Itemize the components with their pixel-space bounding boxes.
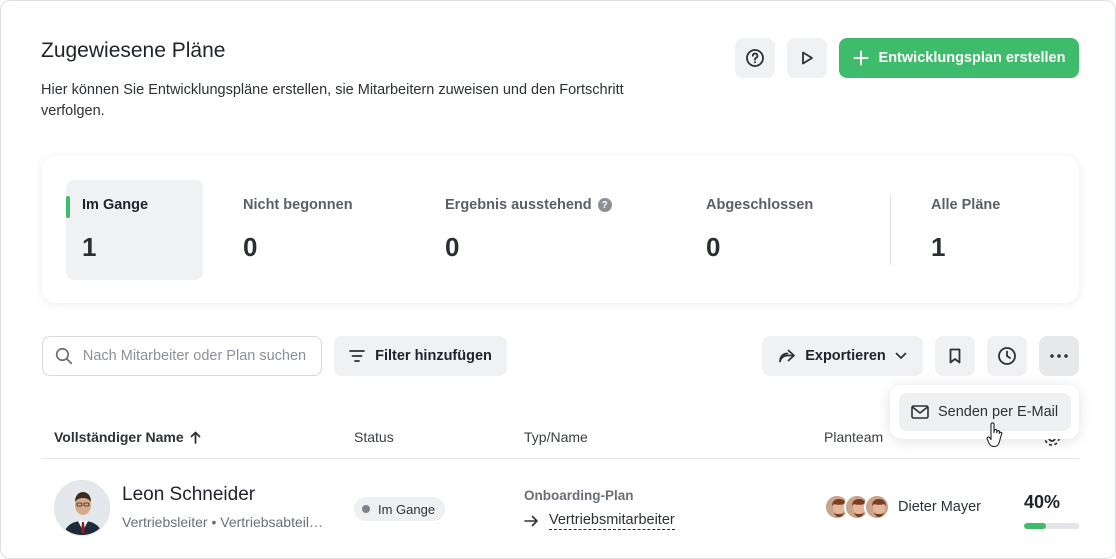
search-box bbox=[42, 336, 322, 376]
more-options-button[interactable] bbox=[1039, 336, 1079, 376]
stat-completed[interactable]: Abgeschlossen 0 bbox=[706, 180, 866, 280]
employee-name[interactable]: Leon Schneider bbox=[122, 484, 255, 506]
avatar bbox=[54, 480, 110, 536]
menu-item-label: Senden per E-Mail bbox=[938, 404, 1059, 420]
plus-icon bbox=[853, 50, 869, 66]
chevron-down-icon bbox=[895, 352, 907, 359]
column-label: Vollständiger Name bbox=[54, 429, 184, 445]
create-plan-label: Entwicklungsplan erstellen bbox=[878, 50, 1066, 66]
create-plan-button[interactable]: Entwicklungsplan erstellen bbox=[839, 38, 1079, 78]
arrow-right-icon bbox=[524, 515, 538, 527]
scroll-edge bbox=[1079, 301, 1115, 558]
plan-name: Vertriebsmitarbeiter bbox=[549, 512, 675, 530]
question-circle-icon bbox=[746, 49, 764, 67]
mail-icon bbox=[911, 405, 929, 419]
main-panel: Zugewiesene Pläne Hier können Sie Entwic… bbox=[0, 0, 1116, 559]
column-header-name[interactable]: Vollständiger Name bbox=[54, 429, 201, 445]
bookmark-button[interactable] bbox=[935, 336, 975, 376]
bookmark-icon bbox=[949, 348, 961, 364]
sort-arrow-up-icon bbox=[190, 431, 201, 444]
play-tutorial-button[interactable] bbox=[787, 38, 827, 78]
stat-label: Im Gange bbox=[82, 197, 149, 213]
add-filter-button[interactable]: Filter hinzufügen bbox=[334, 336, 507, 376]
column-header-status[interactable]: Status bbox=[354, 429, 394, 445]
plan-type: Onboarding-Plan bbox=[524, 488, 634, 503]
stats-card: Im Gange 1 Nicht begonnen 0 Ergebnis aus… bbox=[42, 156, 1079, 303]
stat-all-plans[interactable]: Alle Pläne 1 bbox=[931, 180, 1061, 280]
add-filter-label: Filter hinzufügen bbox=[375, 348, 492, 364]
column-header-team[interactable]: Planteam bbox=[824, 429, 883, 445]
employee-role: Vertriebsleiter • Vertriebsabteilung bbox=[122, 514, 327, 530]
status-label: Im Gange bbox=[378, 501, 436, 517]
stat-value: 0 bbox=[243, 232, 258, 262]
share-arrow-icon bbox=[779, 349, 796, 363]
plan-name-link[interactable]: Vertriebsmitarbeiter bbox=[524, 512, 675, 530]
stat-value: 1 bbox=[82, 232, 97, 262]
progress-bar bbox=[1024, 523, 1080, 529]
more-dots-icon bbox=[1050, 354, 1068, 358]
help-button[interactable] bbox=[735, 38, 775, 78]
stat-label: Alle Pläne bbox=[931, 197, 1001, 213]
stat-label: Abgeschlossen bbox=[706, 197, 814, 213]
divider bbox=[890, 195, 891, 265]
stat-label: Ergebnis ausstehend ? bbox=[445, 197, 612, 213]
play-icon bbox=[802, 51, 813, 65]
help-icon[interactable]: ? bbox=[597, 198, 612, 212]
progress-value: 40% bbox=[1024, 492, 1061, 512]
export-label: Exportieren bbox=[805, 348, 886, 364]
stat-value: 1 bbox=[931, 232, 946, 262]
history-button[interactable] bbox=[987, 336, 1027, 376]
search-input[interactable] bbox=[82, 348, 321, 364]
stat-label: Nicht begonnen bbox=[243, 197, 353, 213]
more-options-menu: Senden per E-Mail bbox=[890, 385, 1079, 439]
stat-label-text: Ergebnis ausstehend bbox=[445, 197, 592, 213]
status-badge: Im Gange bbox=[354, 497, 446, 521]
stat-result-pending[interactable]: Ergebnis ausstehend ? 0 bbox=[445, 180, 645, 280]
table-row[interactable]: Leon Schneider Vertriebsleiter • Vertrie… bbox=[42, 460, 1080, 558]
stat-not-started[interactable]: Nicht begonnen 0 bbox=[243, 180, 403, 280]
page-title: Zugewiesene Pläne bbox=[41, 39, 226, 62]
filter-icon bbox=[349, 350, 365, 362]
search-icon bbox=[55, 347, 73, 365]
menu-item-send-email[interactable]: Senden per E-Mail bbox=[899, 393, 1071, 431]
plan-team[interactable]: Dieter Mayer bbox=[824, 494, 994, 520]
stat-value: 0 bbox=[445, 232, 460, 262]
team-member-avatar bbox=[864, 494, 890, 520]
hand-cursor-icon bbox=[986, 422, 1003, 448]
status-dot bbox=[362, 505, 370, 513]
progress-fill bbox=[1024, 523, 1047, 529]
page-description: Hier können Sie Entwicklungspläne erstel… bbox=[41, 82, 624, 119]
clock-icon bbox=[998, 347, 1016, 365]
active-indicator bbox=[66, 196, 70, 218]
team-lead-name: Dieter Mayer bbox=[898, 499, 981, 515]
stat-value: 0 bbox=[706, 232, 721, 262]
column-header-type[interactable]: Typ/Name bbox=[524, 429, 588, 445]
export-button[interactable]: Exportieren bbox=[762, 336, 923, 376]
stat-in-progress[interactable]: Im Gange 1 bbox=[66, 180, 203, 280]
